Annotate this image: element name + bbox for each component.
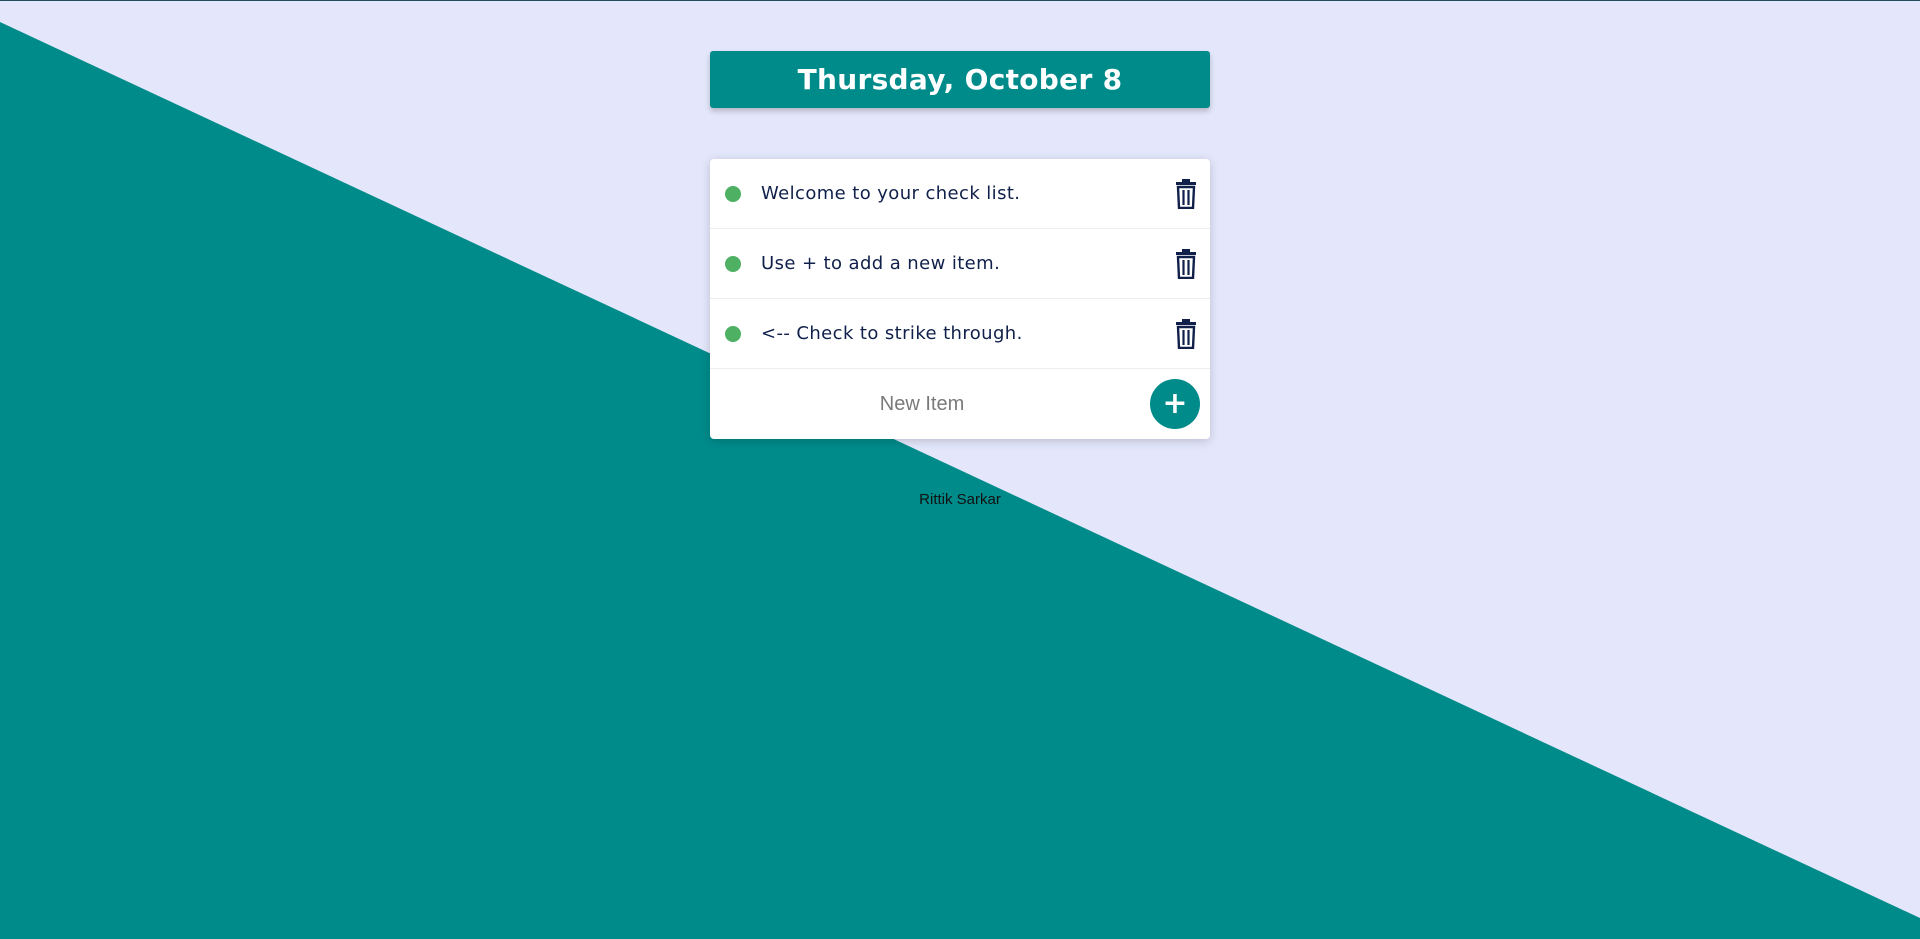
trash-icon[interactable] [1174, 178, 1198, 209]
new-item-row: + [710, 369, 1210, 439]
circle-checkbox-icon[interactable] [725, 325, 741, 342]
background-diagonal [0, 0, 1920, 939]
add-item-button[interactable]: + [1150, 379, 1200, 429]
author-credit: Rittik Sarkar [919, 491, 1001, 508]
date-header: Thursday, October 8 [710, 51, 1210, 108]
list-item: Use + to add a new item. [710, 229, 1210, 299]
new-item-input[interactable] [730, 383, 1114, 425]
list-item: <-- Check to strike through. [710, 299, 1210, 369]
item-text: Use + to add a new item. [761, 253, 1001, 274]
list-item: Welcome to your check list. [710, 159, 1210, 229]
circle-checkbox-icon[interactable] [725, 255, 741, 272]
checklist-card: Welcome to your check list. Use + to add… [710, 159, 1210, 439]
trash-icon[interactable] [1174, 248, 1198, 279]
item-text: Welcome to your check list. [761, 183, 1021, 204]
trash-icon[interactable] [1174, 318, 1198, 349]
date-title: Thursday, October 8 [797, 63, 1123, 96]
item-text: <-- Check to strike through. [761, 323, 1023, 344]
top-border [0, 0, 1920, 1]
circle-checkbox-icon[interactable] [725, 185, 741, 202]
